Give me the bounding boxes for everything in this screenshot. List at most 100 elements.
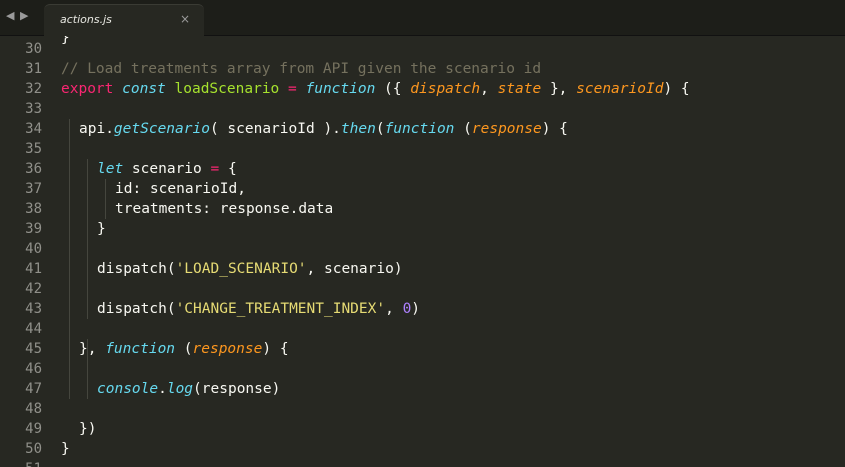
token-str: 'LOAD_SCENARIO'	[175, 261, 307, 277]
code-line[interactable]: 38 treatments: response.data	[0, 199, 845, 219]
token-plain: treatments: response.data	[115, 201, 334, 217]
token-storage: function	[384, 121, 455, 137]
back-arrow-icon[interactable]: ◀	[6, 9, 14, 22]
code-line[interactable]: 44	[0, 319, 845, 339]
code-line[interactable]: 47 console.log(response)	[0, 379, 845, 399]
token-plain: ,	[385, 301, 403, 317]
token-plain: })	[79, 421, 97, 437]
code-line[interactable]: 37 id: scenarioId,	[0, 179, 845, 199]
token-param: response	[192, 341, 263, 357]
token-param: response	[471, 121, 542, 137]
token-support: log	[166, 381, 194, 397]
line-number: 37	[25, 181, 42, 197]
token-plain: , scenario)	[306, 261, 403, 277]
token-plain: ) {	[262, 341, 289, 357]
line-number: 34	[25, 121, 42, 137]
line-number: 38	[25, 201, 42, 217]
code-text: }	[61, 439, 70, 459]
line-number: 31	[25, 61, 42, 77]
code-line[interactable]: 50}	[0, 439, 845, 459]
token-param: state	[497, 81, 542, 97]
code-line[interactable]: 33	[0, 99, 845, 119]
code-line[interactable]: 46	[0, 359, 845, 379]
code-line[interactable]: 42	[0, 279, 845, 299]
token-plain: (	[175, 341, 193, 357]
line-number: 47	[25, 381, 42, 397]
token-support: then	[340, 121, 376, 137]
code-text: }	[97, 219, 106, 239]
token-func: loadScenario	[174, 81, 280, 97]
code-text: // Load treatments array from API given …	[61, 59, 541, 79]
token-support: getScenario	[113, 121, 210, 137]
code-line[interactable]: 36 let scenario = {	[0, 159, 845, 179]
line-number: 40	[25, 241, 42, 257]
code-text: export const loadScenario = function ({ …	[61, 79, 690, 99]
line-number: 36	[25, 161, 42, 177]
token-plain: )	[411, 301, 421, 317]
indent-guide	[105, 179, 106, 219]
code-line[interactable]: 39}	[0, 219, 845, 239]
token-storage: const	[122, 81, 166, 97]
code-line[interactable]: 43 dispatch('CHANGE_TREATMENT_INDEX', 0)	[0, 299, 845, 319]
token-plain: .	[158, 381, 167, 397]
token-plain: dispatch(	[97, 301, 176, 317]
indent-guide	[87, 339, 88, 399]
line-number: 41	[25, 261, 42, 277]
token-plain: id: scenarioId,	[115, 181, 246, 197]
token-str: 'CHANGE_TREATMENT_INDEX'	[175, 301, 386, 317]
token-comment: // Load treatments array from API given …	[61, 61, 542, 77]
tab-actions-js[interactable]: actions.js ×	[44, 4, 204, 36]
code-text: dispatch('LOAD_SCENARIO', scenario)	[97, 259, 403, 279]
line-number: 45	[25, 341, 42, 357]
code-text: console.log(response)	[97, 379, 280, 399]
line-number: 35	[25, 141, 42, 157]
token-storage: function	[105, 341, 176, 357]
line-number: 44	[25, 321, 42, 337]
code-line[interactable]: 45 }, function (response) {	[0, 339, 845, 359]
line-number: 50	[25, 441, 42, 457]
code-text: dispatch('CHANGE_TREATMENT_INDEX', 0)	[97, 299, 420, 319]
code-line[interactable]: 31 // Load treatments array from API give…	[0, 59, 845, 79]
code-line[interactable]: 51	[0, 459, 845, 467]
token-plain: (	[375, 121, 385, 137]
token-storage: function	[305, 81, 376, 97]
line-number: 30	[25, 41, 42, 57]
token-plain: ) {	[663, 81, 690, 97]
code-editor[interactable]: } 30 31 // Load treatments array from API …	[0, 36, 845, 467]
line-number: 46	[25, 361, 42, 377]
token-plain: dispatch(	[97, 261, 176, 277]
token-keyword: export	[61, 81, 114, 97]
code-line[interactable]: 30	[0, 39, 845, 59]
code-line[interactable]: 49})	[0, 419, 845, 439]
token-plain: ({	[375, 81, 411, 97]
token-plain: ) {	[541, 121, 568, 137]
line-number: 48	[25, 401, 42, 417]
code-line[interactable]: 48	[0, 399, 845, 419]
code-line[interactable]: 34 api.getScenario( scenarioId ).then(fun…	[0, 119, 845, 139]
token-param: scenarioId	[576, 81, 664, 97]
forward-arrow-icon[interactable]: ▶	[20, 9, 28, 22]
code-text: let scenario = {	[97, 159, 237, 179]
token-plain: api.	[79, 121, 114, 137]
token-plain: scenario	[123, 161, 211, 177]
indent-guide	[69, 119, 70, 399]
indent-guide	[87, 159, 88, 319]
tab-title: actions.js	[60, 13, 112, 26]
line-number: 39	[25, 221, 42, 237]
token-plain: (response)	[193, 381, 281, 397]
line-number: 49	[25, 421, 42, 437]
token-plain: {	[219, 161, 237, 177]
token-plain: ( scenarioId ).	[209, 121, 341, 137]
code-line[interactable]: 32 export const loadScenario = function (…	[0, 79, 845, 99]
code-text: id: scenarioId,	[115, 179, 246, 199]
line-number: 51	[0, 459, 42, 467]
code-line[interactable]: 35	[0, 139, 845, 159]
token-param: dispatch	[410, 81, 481, 97]
code-line[interactable]: 41 dispatch('LOAD_SCENARIO', scenario)	[0, 259, 845, 279]
token-op: =	[288, 81, 297, 97]
close-icon[interactable]: ×	[180, 12, 190, 26]
code-text: }, function (response) {	[79, 339, 289, 359]
code-line[interactable]: 40	[0, 239, 845, 259]
